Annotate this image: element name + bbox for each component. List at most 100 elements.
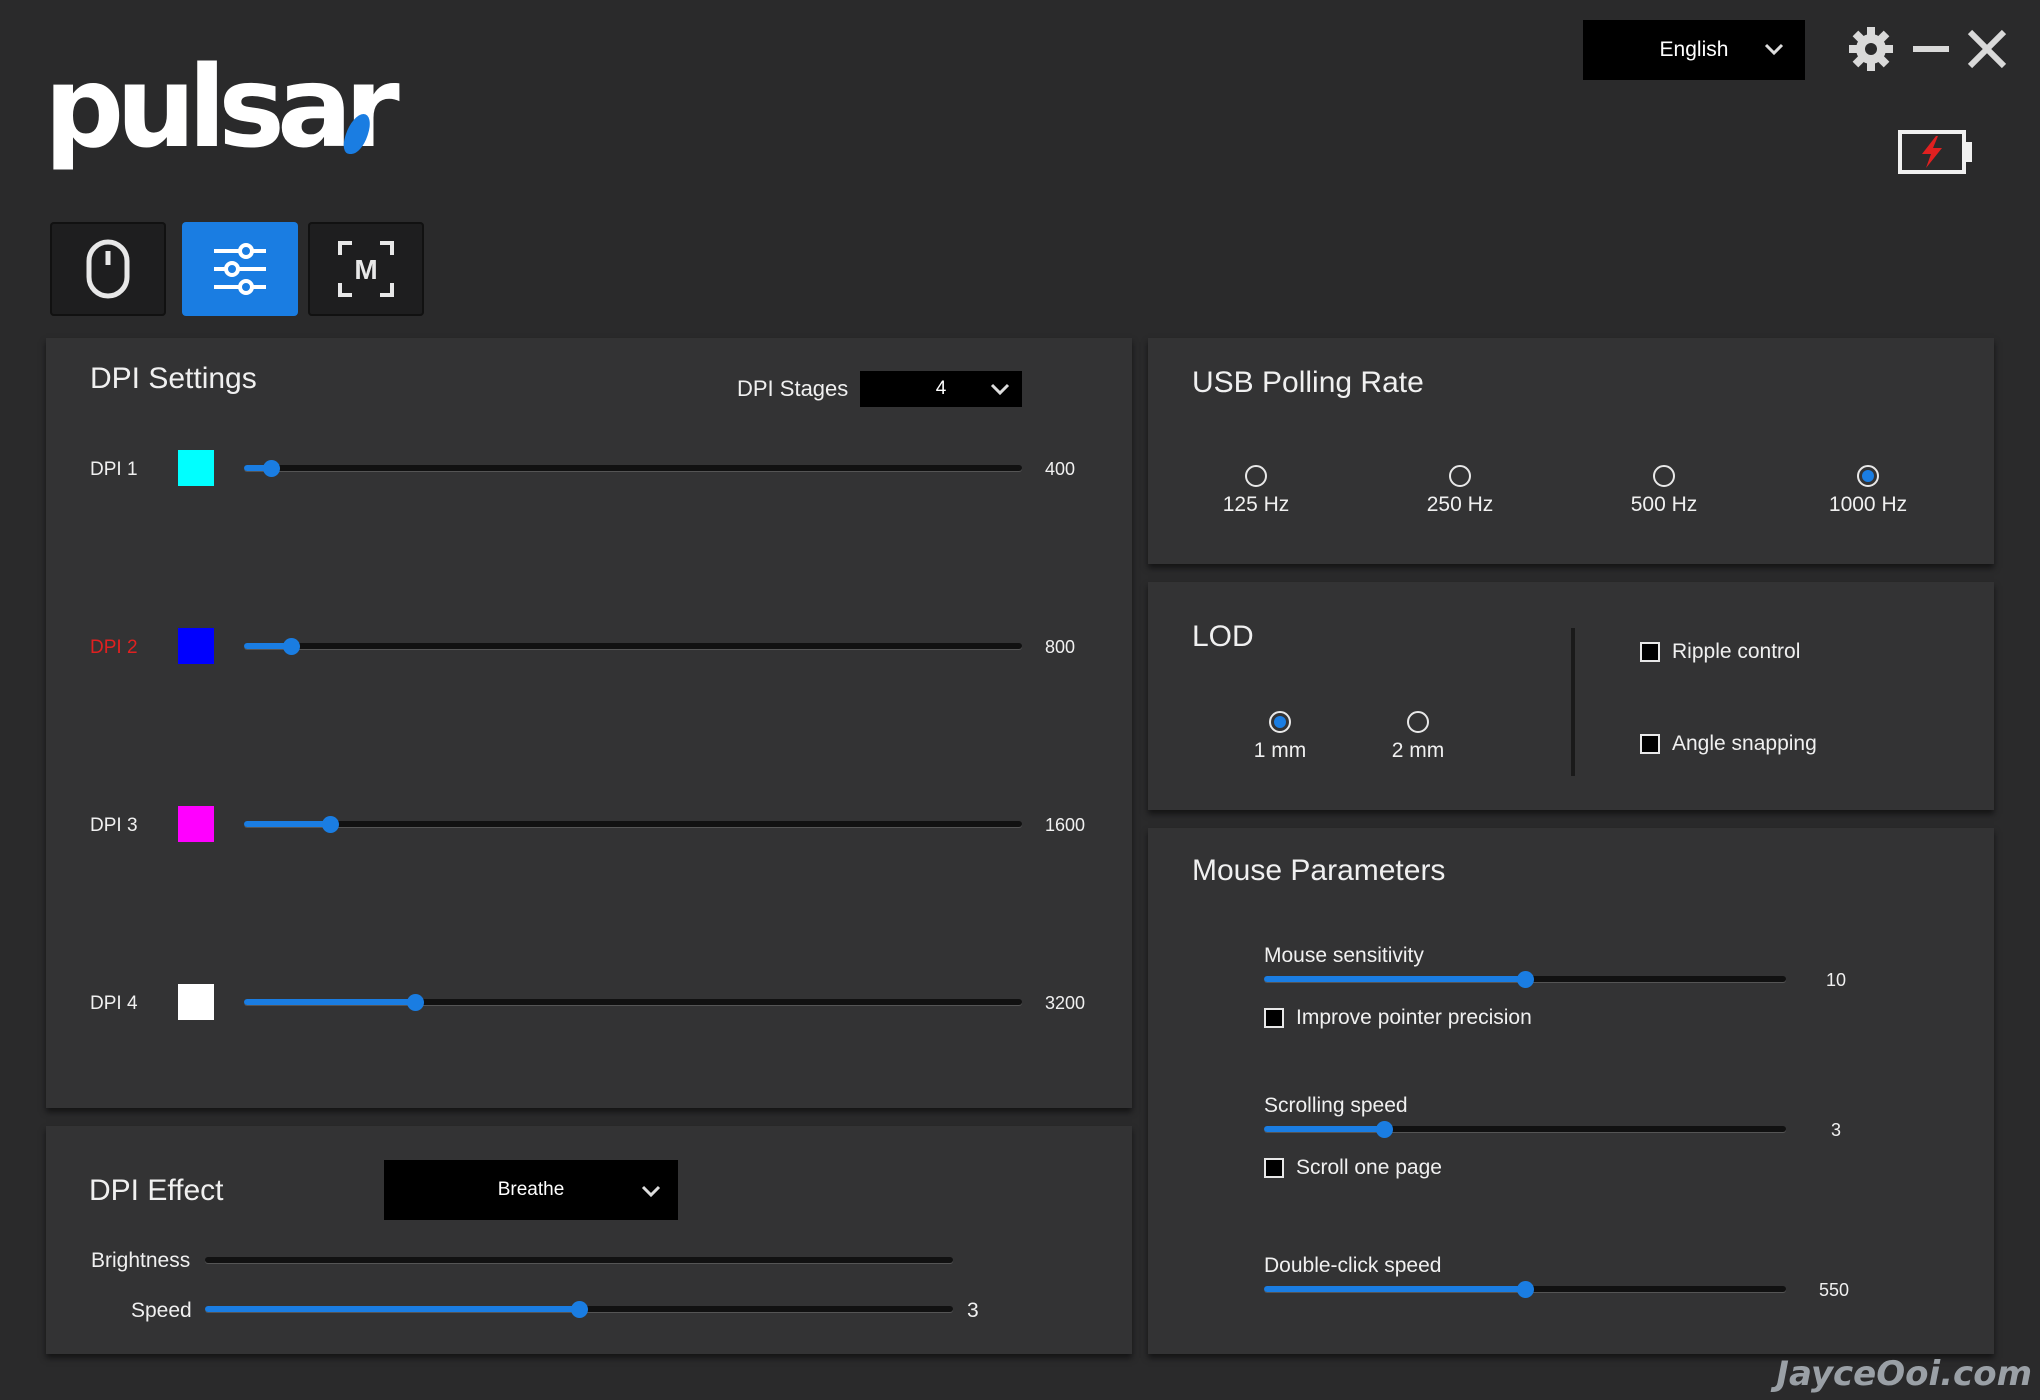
tab-settings[interactable] — [182, 222, 298, 316]
dpi-stage-value: 400 — [1045, 459, 1076, 479]
language-value: English — [1659, 38, 1729, 61]
dpi-color-swatch[interactable] — [178, 450, 214, 486]
slider-thumb[interactable] — [571, 1301, 588, 1318]
slider-thumb[interactable] — [1517, 1281, 1534, 1298]
checkbox-box[interactable] — [1264, 1158, 1284, 1178]
minimize-icon — [1913, 46, 1949, 52]
usb-polling-title: USB Polling Rate — [1192, 366, 1424, 399]
polling-rate-option[interactable]: 1000 Hz — [1798, 465, 1938, 517]
close-button[interactable] — [1962, 24, 2012, 74]
mouse-params-title: Mouse Parameters — [1192, 854, 1446, 887]
dpi-stage-label: DPI 1 — [90, 459, 138, 480]
close-icon — [1967, 29, 2007, 69]
scrolling-speed-label: Scrolling speed — [1264, 1094, 1408, 1117]
chevron-down-icon — [1764, 43, 1784, 56]
polling-rate-option[interactable]: 250 Hz — [1390, 465, 1530, 517]
chevron-down-icon — [990, 383, 1010, 396]
dpi-stage-slider[interactable] — [244, 638, 1022, 655]
radio-label: 1000 Hz — [1828, 493, 1908, 516]
radio-label: 500 Hz — [1630, 493, 1698, 516]
radio-button[interactable] — [1857, 465, 1879, 487]
pointer-precision-checkbox[interactable]: Improve pointer precision — [1264, 1006, 1532, 1030]
radio-button[interactable] — [1653, 465, 1675, 487]
slider-thumb[interactable] — [263, 460, 281, 477]
battery-status — [1898, 130, 1974, 174]
minimize-button[interactable] — [1907, 24, 1957, 74]
dpi-effect-title: DPI Effect — [89, 1174, 224, 1207]
dpi-stage-value: 1600 — [1045, 815, 1086, 835]
radio-button[interactable] — [1407, 711, 1429, 733]
double-click-speed-label: Double-click speed — [1264, 1254, 1442, 1277]
double-click-speed-value: 550 — [1819, 1280, 1850, 1300]
battery-charging-icon — [1898, 130, 1972, 174]
scroll-one-page-label: Scroll one page — [1296, 1156, 1442, 1179]
radio-button[interactable] — [1449, 465, 1471, 487]
language-select[interactable]: English — [1583, 20, 1805, 80]
checkbox-box[interactable] — [1640, 734, 1660, 754]
sliders-icon — [214, 243, 266, 295]
scrolling-speed-value: 3 — [1831, 1120, 1842, 1140]
dpi-effect-select[interactable]: Breathe — [384, 1160, 678, 1220]
angle-snapping-label: Angle snapping — [1672, 732, 1817, 755]
speed-label: Speed — [131, 1299, 192, 1322]
dpi-stage-value: 800 — [1045, 637, 1076, 657]
radio-button[interactable] — [1269, 711, 1291, 733]
tab-macro[interactable]: M — [308, 222, 424, 316]
dpi-color-swatch[interactable] — [178, 628, 214, 664]
lod-option[interactable]: 1 mm — [1210, 711, 1350, 763]
dpi-stage-slider[interactable] — [244, 460, 1022, 477]
double-click-speed-slider[interactable] — [1264, 1281, 1786, 1298]
logo-text: pulsar — [44, 43, 400, 173]
scroll-one-page-checkbox[interactable]: Scroll one page — [1264, 1156, 1442, 1180]
scrolling-speed-slider[interactable] — [1264, 1121, 1786, 1138]
radio-label: 2 mm — [1391, 739, 1445, 762]
lod-divider — [1571, 628, 1575, 776]
pointer-precision-label: Improve pointer precision — [1296, 1006, 1532, 1029]
slider-thumb[interactable] — [282, 638, 300, 655]
brightness-slider[interactable] — [205, 1252, 953, 1268]
checkbox-box[interactable] — [1640, 642, 1660, 662]
radio-label: 1 mm — [1253, 739, 1307, 762]
pulsar-logo: pulsar — [44, 43, 400, 182]
dpi-stages-label: DPI Stages — [737, 376, 849, 401]
dpi-stages-select[interactable]: 4 — [860, 371, 1022, 407]
radio-label: 125 Hz — [1222, 493, 1290, 516]
svg-text:M: M — [354, 254, 377, 285]
mouse-sensitivity-value: 10 — [1826, 970, 1847, 990]
polling-rate-option[interactable]: 125 Hz — [1186, 465, 1326, 517]
slider-thumb[interactable] — [321, 816, 339, 833]
mouse-sensitivity-label: Mouse sensitivity — [1264, 944, 1424, 967]
angle-snapping-checkbox[interactable]: Angle snapping — [1640, 732, 1817, 756]
dpi-color-swatch[interactable] — [178, 806, 214, 842]
dpi-effect-value: Breathe — [497, 1179, 565, 1200]
speed-value: 3 — [967, 1299, 979, 1322]
radio-button[interactable] — [1245, 465, 1267, 487]
gear-icon — [1849, 27, 1893, 71]
dpi-color-swatch[interactable] — [178, 984, 214, 1020]
lod-option[interactable]: 2 mm — [1348, 711, 1488, 763]
dpi-stage-slider[interactable] — [244, 816, 1022, 833]
dpi-stage-slider[interactable] — [244, 994, 1022, 1011]
speed-slider[interactable] — [205, 1301, 953, 1318]
checkbox-box[interactable] — [1264, 1008, 1284, 1028]
ripple-control-label: Ripple control — [1672, 640, 1801, 663]
slider-thumb[interactable] — [407, 994, 425, 1011]
ripple-control-checkbox[interactable]: Ripple control — [1640, 640, 1800, 664]
lod-title: LOD — [1192, 620, 1254, 653]
settings-button[interactable] — [1846, 24, 1896, 74]
dpi-stages-value: 4 — [935, 378, 947, 399]
slider-thumb[interactable] — [1517, 971, 1534, 988]
slider-thumb[interactable] — [1376, 1121, 1394, 1138]
radio-label: 250 Hz — [1426, 493, 1494, 516]
dpi-stage-label: DPI 3 — [90, 815, 138, 836]
dpi-stage-label: DPI 2 — [90, 637, 138, 658]
polling-rate-option[interactable]: 500 Hz — [1594, 465, 1734, 517]
dpi-stage-label: DPI 4 — [90, 993, 138, 1014]
mouse-icon — [86, 239, 130, 299]
watermark: JayceOoi.com — [1776, 1354, 2032, 1394]
mouse-sensitivity-slider[interactable] — [1264, 971, 1786, 988]
dpi-settings-title: DPI Settings — [90, 362, 257, 395]
tab-mouse[interactable] — [50, 222, 166, 316]
chevron-down-icon — [641, 1185, 661, 1198]
macro-icon: M — [338, 241, 394, 297]
